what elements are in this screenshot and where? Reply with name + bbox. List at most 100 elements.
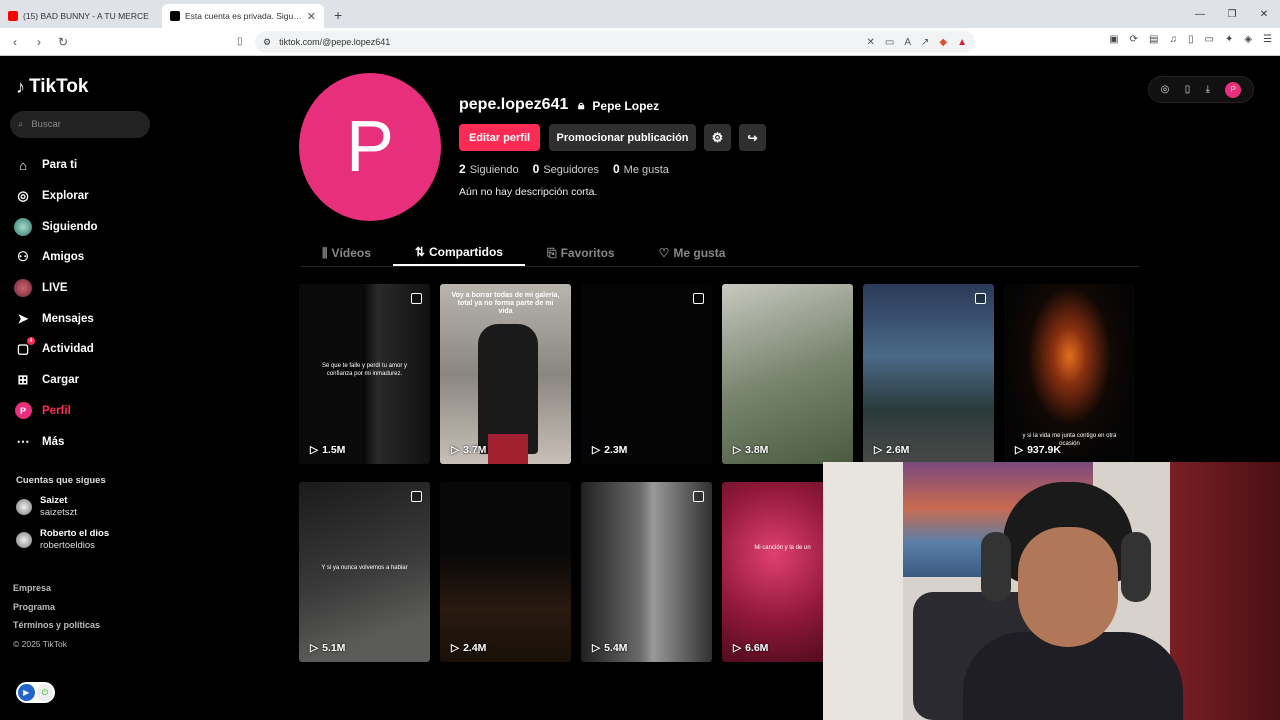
forward-icon[interactable]: › xyxy=(32,35,46,49)
sidebar: ♪ TikTok ⌕ Buscar ⌂ Para ti ◎ Explorar S… xyxy=(0,56,165,720)
sidebar-icon[interactable]: ▯ xyxy=(1188,34,1194,45)
site-info-icon[interactable]: ⚙ xyxy=(263,37,271,48)
sidebar-item-actividad[interactable]: ▢ 4 Actividad xyxy=(14,334,98,365)
restore-icon[interactable]: ❐ xyxy=(1216,9,1248,20)
stat-value: 2 xyxy=(459,162,466,176)
video-card[interactable]: Y si ya nunca volvemos a hablar ▷ 5.1M xyxy=(299,482,430,662)
close-tab-icon[interactable]: ✕ xyxy=(307,10,316,23)
tab-me-gusta[interactable]: ♡ Me gusta xyxy=(637,240,748,266)
video-card[interactable]: ▷ 2.3M xyxy=(581,284,712,464)
stat-following[interactable]: 2 Siguiendo xyxy=(459,162,519,176)
bookmark-icon[interactable]: ▯ xyxy=(237,36,243,47)
power-icon: ⏻ xyxy=(36,684,53,701)
device-icon[interactable]: ▯ xyxy=(1185,84,1191,95)
sidebar-item-siguiendo[interactable]: Siguiendo xyxy=(14,211,98,242)
sidebar-item-label: Amigos xyxy=(42,251,85,264)
view-count: ▷ 3.8M xyxy=(733,444,768,456)
avatar[interactable]: P xyxy=(1225,81,1242,98)
download-icon[interactable]: ⤓ xyxy=(1206,84,1210,95)
coins-icon[interactable]: ◎ xyxy=(1161,84,1170,95)
sidebar-item-mas[interactable]: ⋯ Más xyxy=(14,426,98,457)
following-account[interactable]: Roberto el dios robertoeldios xyxy=(16,528,109,552)
translate-icon[interactable]: A xyxy=(904,37,911,48)
footer-link-empresa[interactable]: Empresa xyxy=(13,579,100,598)
wallet-icon[interactable]: ▭ xyxy=(1204,34,1213,45)
sidebar-item-cargar[interactable]: ⊞ Cargar xyxy=(14,365,98,396)
edit-profile-button[interactable]: Editar perfil xyxy=(459,124,540,151)
settings-button[interactable]: ⚙ xyxy=(704,124,731,151)
video-card[interactable]: ▷ 3.8M xyxy=(722,284,853,464)
share-icon: ↪ xyxy=(747,130,758,145)
sidebar-item-perfil[interactable]: P Perfil xyxy=(14,396,98,427)
sidebar-item-live[interactable]: LIVE xyxy=(14,273,98,304)
play-icon: ▷ xyxy=(592,642,601,654)
tab-compartidos[interactable]: ⇅ Compartidos xyxy=(392,240,525,266)
extension-icon[interactable]: ⟳ xyxy=(1130,34,1138,45)
friends-icon: ⚇ xyxy=(17,249,29,265)
media-icon[interactable]: ♫ xyxy=(1169,34,1177,45)
back-icon[interactable]: ‹ xyxy=(8,35,22,49)
sidebar-item-explorar[interactable]: ◎ Explorar xyxy=(14,181,98,212)
brave-rewards-icon[interactable]: ▲ xyxy=(957,37,967,48)
vpn-icon[interactable]: ◈ xyxy=(1244,34,1252,45)
leo-icon[interactable]: ✦ xyxy=(1225,34,1233,45)
video-card[interactable]: ▷ 2.6M xyxy=(863,284,994,464)
app-toggle[interactable]: ▶ ⏻ xyxy=(16,682,55,703)
following-avatar-icon xyxy=(14,217,32,236)
video-card[interactable]: ▷ 5.4M xyxy=(581,482,712,662)
play-icon: ▷ xyxy=(451,444,460,456)
extension-icon[interactable]: ▣ xyxy=(1109,34,1118,45)
new-tab-button[interactable]: + xyxy=(324,7,352,28)
cast-icon[interactable]: ▭ xyxy=(885,37,894,48)
window-controls: — ❐ ✕ xyxy=(1184,0,1280,28)
reload-icon[interactable]: ↻ xyxy=(56,35,70,49)
tab-title: Esta cuenta es privada. Sigue est xyxy=(185,11,302,21)
share-icon[interactable]: ↗ xyxy=(921,37,929,48)
views-text: 937.9K xyxy=(1027,444,1061,456)
extension-icon[interactable]: ▤ xyxy=(1149,34,1158,45)
tab-videos[interactable]: ⫼ Vídeos xyxy=(300,240,393,266)
avatar xyxy=(16,532,32,548)
view-count: ▷ 2.6M xyxy=(874,444,909,456)
tab-label: Me gusta xyxy=(673,246,726,260)
video-card[interactable]: Sé que te falle y perdí tu amor y confia… xyxy=(299,284,430,464)
profile-avatar[interactable]: P xyxy=(299,73,441,221)
url-field[interactable]: ⚙ tiktok.com/@pepe.lopez641 ✕ ▭ A ↗ ◆ ▲ xyxy=(255,31,975,53)
views-text: 3.8M xyxy=(745,444,769,456)
stat-label: Me gusta xyxy=(623,164,669,176)
video-card[interactable]: Voy a borrar todas de mi galería, total … xyxy=(440,284,571,464)
sidebar-item-mensajes[interactable]: ➤ Mensajes xyxy=(14,303,98,334)
video-card[interactable]: y si la vida me junta contigo en otra oc… xyxy=(1004,284,1135,464)
copyright: © 2025 TikTok xyxy=(13,639,67,650)
mute-icon[interactable]: ✕ xyxy=(866,37,874,48)
video-card[interactable]: ▷ 2.4M xyxy=(440,482,571,662)
profile-nickname: 🔒︎ Pepe Lopez xyxy=(578,98,659,113)
address-bar: ‹ › ↻ ▯ ⚙ tiktok.com/@pepe.lopez641 ✕ ▭ … xyxy=(0,28,1280,56)
compass-icon: ◎ xyxy=(17,188,29,204)
stat-followers[interactable]: 0 Seguidores xyxy=(533,162,599,176)
minimize-icon[interactable]: — xyxy=(1184,9,1216,20)
search-input[interactable]: ⌕ Buscar xyxy=(10,111,150,138)
tiktok-logo[interactable]: ♪ TikTok xyxy=(16,76,88,98)
gear-icon: ⚙ xyxy=(711,129,724,145)
menu-icon[interactable]: ☰ xyxy=(1263,34,1272,45)
views-text: 2.3M xyxy=(604,444,628,456)
share-profile-button[interactable]: ↪ xyxy=(739,124,766,151)
browser-tab-tiktok[interactable]: Esta cuenta es privada. Sigue est ✕ xyxy=(162,4,324,28)
youtube-icon xyxy=(8,11,18,21)
promote-post-button[interactable]: Promocionar publicación xyxy=(549,124,696,151)
brave-shield-icon[interactable]: ◆ xyxy=(939,37,947,48)
browser-tab-youtube[interactable]: (15) BAD BUNNY - A TU MERCE xyxy=(0,4,162,28)
close-window-icon[interactable]: ✕ xyxy=(1248,9,1280,20)
tab-favoritos[interactable]: ⎘ Favoritos xyxy=(525,240,637,266)
sidebar-item-para-ti[interactable]: ⌂ Para ti xyxy=(14,150,98,181)
footer-link-programa[interactable]: Programa xyxy=(13,598,100,617)
following-account[interactable]: Saizet saizetszt xyxy=(16,495,77,519)
footer-link-terminos[interactable]: Términos y políticas xyxy=(13,616,100,635)
send-icon: ➤ xyxy=(17,310,29,326)
webcam-wall xyxy=(823,462,903,720)
sidebar-item-label: Siguiendo xyxy=(42,220,98,233)
video-caption: Voy a borrar todas de mi galería, total … xyxy=(451,292,560,315)
profile-bio: Aún no hay descripción corta. xyxy=(459,186,598,198)
sidebar-item-amigos[interactable]: ⚇ Amigos xyxy=(14,242,98,273)
